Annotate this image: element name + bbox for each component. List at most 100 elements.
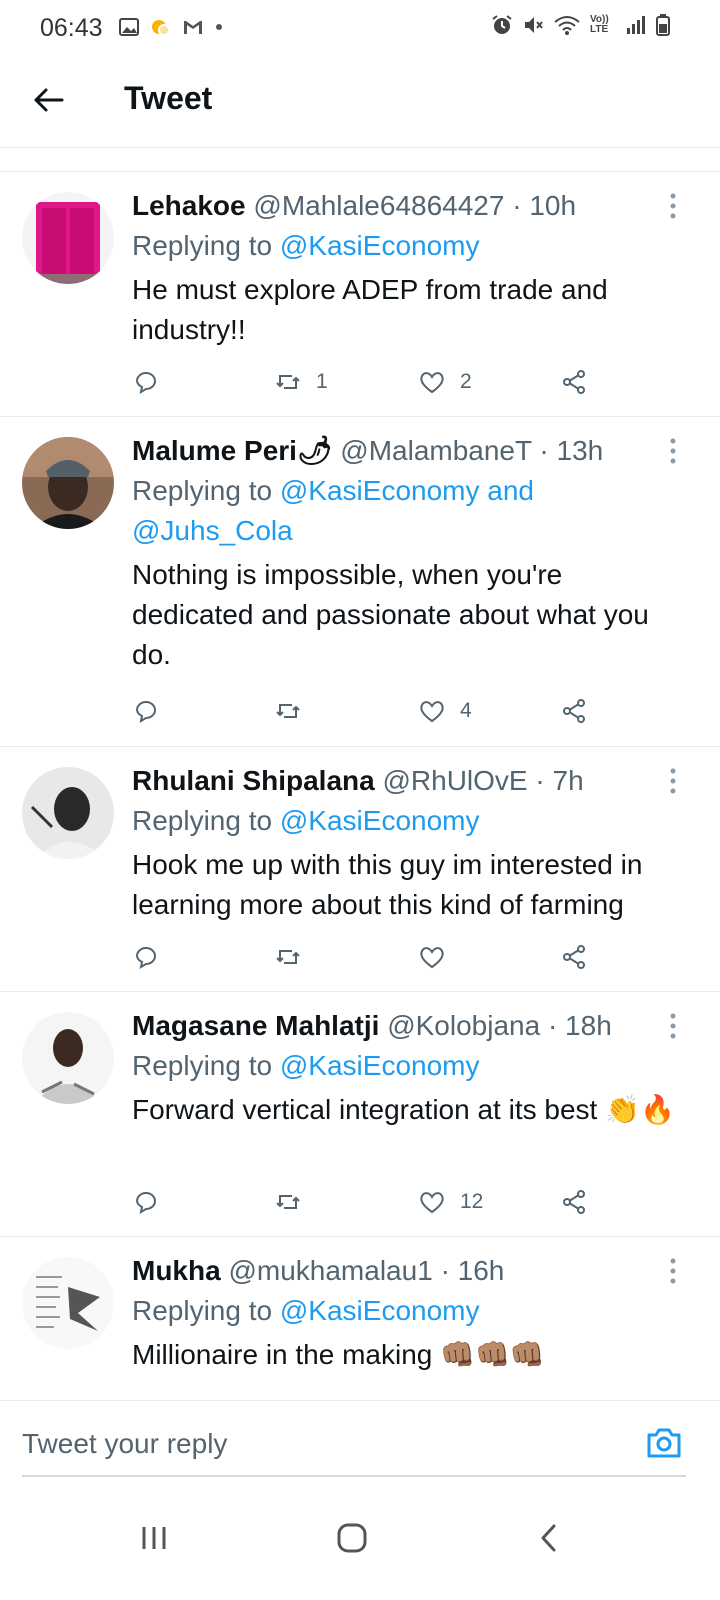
avatar[interactable] [22,192,114,284]
tweet-actions [132,941,602,973]
mention-link[interactable]: @KasiEconomy [280,805,480,836]
reply-button[interactable] [132,366,160,398]
home-button[interactable] [322,1508,382,1568]
share-button[interactable] [560,941,588,973]
author-name[interactable]: Malume Peri🌶 [132,435,333,466]
reply-input[interactable] [22,1421,582,1467]
heart-icon [420,947,444,969]
tweet-header: Rhulani Shipalana @RhUlOvE · 7h [132,761,690,801]
recent-apps-icon [142,1527,166,1549]
tweet-reply[interactable]: Magasane Mahlatji @Kolobjana · 18h Reply… [0,992,720,1237]
tweet-reply[interactable]: Mukha @mukhamalau1 · 16h Replying to @Ka… [0,1237,720,1400]
mute-icon [525,17,543,33]
reply-composer [0,1400,720,1486]
tweet-time: · 13h [539,435,604,466]
author-handle: @Mahlale64864427 [253,190,505,221]
more-options-icon[interactable] [666,192,680,220]
mention-link[interactable]: @KasiEconomy [280,230,480,261]
retweet-icon [276,950,300,964]
reply-icon [135,701,156,724]
retweet-button[interactable] [274,1186,316,1218]
input-underline [22,1475,686,1477]
avatar[interactable] [22,437,114,529]
tweet-reply[interactable]: Rhulani Shipalana @RhUlOvE · 7h Replying… [0,747,720,992]
heart-icon [420,701,444,723]
mention-link[interactable]: @KasiEconomy [280,1050,480,1081]
author-name[interactable]: Lehakoe [132,190,246,221]
recent-apps-button[interactable] [124,1508,184,1568]
retweet-button[interactable] [274,695,316,727]
more-options-icon[interactable] [666,1012,680,1040]
like-button[interactable]: 12 [418,1186,483,1218]
replying-to-label: Replying to [132,475,280,506]
like-button[interactable] [418,941,460,973]
tweet-header: Malume Peri🌶 @MalambaneT · 13h [132,431,690,471]
status-bar: 06:43 Vo)) LTE [0,0,720,52]
reply-button[interactable] [132,941,160,973]
author-name[interactable]: Rhulani Shipalana [132,765,375,796]
retweet-button[interactable] [274,941,316,973]
heart-icon [420,1192,444,1214]
retweet-count: 1 [316,370,328,393]
like-button[interactable]: 4 [418,695,472,727]
tweet-content: Rhulani Shipalana @RhUlOvE · 7h Replying… [132,761,690,925]
author-name[interactable]: Magasane Mahlatji [132,1010,379,1041]
battery-icon [656,14,670,36]
reply-icon [135,372,156,395]
tweet-actions: 4 [132,695,602,727]
heart-icon [420,372,444,394]
share-button[interactable] [560,695,588,727]
author-name[interactable]: Mukha [132,1255,221,1286]
divider [0,148,720,172]
share-button[interactable] [560,1186,588,1218]
replying-to-label: Replying to [132,805,280,836]
avatar[interactable] [22,1012,114,1104]
replying-to-label: Replying to [132,1050,280,1081]
tweet-text: He must explore ADEP from trade and indu… [132,274,608,345]
tweet-content: Mukha @mukhamalau1 · 16h Replying to @Ka… [132,1251,690,1375]
back-button[interactable] [520,1508,580,1568]
status-time: 06:43 [40,14,103,42]
tweet-reply[interactable]: Malume Peri🌶 @MalambaneT · 13h Replying … [0,417,720,747]
tweet-text: Hook me up with this guy im interested i… [132,849,643,920]
avatar[interactable] [22,767,114,859]
status-right-icons: Vo)) LTE [491,14,670,36]
gallery-icon [119,18,139,36]
weather-icon [152,20,170,36]
back-chevron-icon [541,1524,556,1552]
share-button[interactable] [560,366,588,398]
more-options-icon[interactable] [666,767,680,795]
tweet-content: Magasane Mahlatji @Kolobjana · 18h Reply… [132,1006,690,1130]
replying-to-label: Replying to [132,1295,280,1326]
avatar[interactable] [22,1257,114,1349]
author-handle: @MalambaneT [340,435,532,466]
retweet-icon [276,704,300,718]
reply-button[interactable] [132,695,160,727]
more-options-icon[interactable] [666,437,680,465]
tweet-reply[interactable]: Lehakoe @Mahlale64864427 · 10h Replying … [0,172,720,417]
tweet-text: Millionaire in the making 👊🏽👊🏽👊🏽 [132,1339,545,1370]
more-options-icon[interactable] [666,1257,680,1285]
reply-button[interactable] [132,1186,160,1218]
like-button[interactable]: 2 [418,366,472,398]
tweet-header: Magasane Mahlatji @Kolobjana · 18h [132,1006,690,1046]
replying-to: Replying to @KasiEconomy [132,1046,690,1086]
author-handle: @mukhamalau1 [228,1255,433,1286]
replying-to: Replying to @KasiEconomy and @Juhs_Cola [132,471,690,551]
replying-to-label: Replying to [132,230,280,261]
reply-list[interactable]: Lehakoe @Mahlale64864427 · 10h Replying … [0,172,720,1400]
camera-icon[interactable] [644,1423,684,1463]
volte-icon: Vo)) LTE [590,14,609,35]
retweet-icon [276,375,300,389]
dot-icon [216,24,222,30]
like-count: 4 [460,699,472,722]
like-count: 2 [460,370,472,393]
mention-link[interactable]: @KasiEconomy [280,1295,480,1326]
tweet-actions: 12 [132,1186,602,1218]
tweet-content: Lehakoe @Mahlale64864427 · 10h Replying … [132,186,690,350]
back-arrow-icon[interactable] [30,82,66,118]
tweet-time: · 10h [512,190,577,221]
alarm-icon [492,15,512,34]
retweet-button[interactable]: 1 [274,366,328,398]
replying-to: Replying to @KasiEconomy [132,1291,690,1331]
